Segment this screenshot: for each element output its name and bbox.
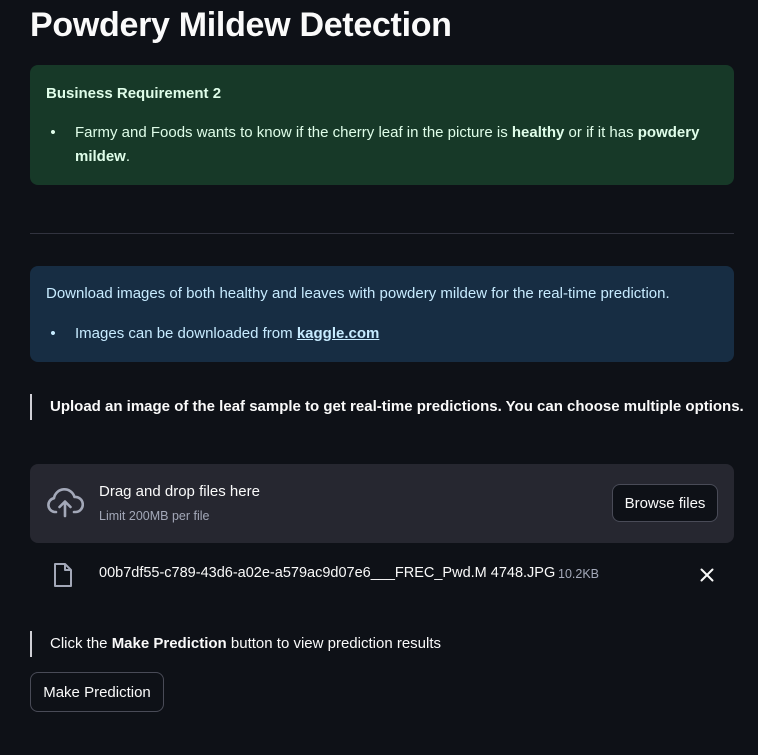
uploaded-file-item: 00b7df55-c789-43d6-a02e-a579ac9d07e6___F… — [30, 560, 734, 590]
browse-files-button[interactable]: Browse files — [612, 484, 718, 522]
prediction-hint-text: Click the — [50, 635, 112, 652]
prediction-hint-text: button to view prediction results — [226, 635, 442, 652]
download-bullet-text: Images can be downloaded from kaggle.com — [75, 322, 715, 346]
app-page: Powdery Mildew Detection Business Requir… — [0, 0, 758, 755]
uploaded-file-name: 00b7df55-c789-43d6-a02e-a579ac9d07e6___F… — [99, 565, 556, 581]
file-uploader-dropzone[interactable]: Drag and drop files here Limit 200MB per… — [30, 464, 734, 543]
bullet-dot: • — [50, 325, 56, 342]
cloud-upload-icon — [47, 488, 84, 518]
file-limit-label: Limit 200MB per file — [99, 509, 210, 523]
business-requirement-alert: Business Requirement 2 • Farmy and Foods… — [30, 65, 734, 185]
drop-label: Drag and drop files here — [99, 483, 260, 500]
requirement-text-part: Farmy and Foods wants to know if the che… — [75, 124, 512, 141]
download-bullet-label: Images can be downloaded from — [75, 325, 297, 342]
requirement-text: Farmy and Foods wants to know if the che… — [75, 121, 715, 169]
requirement-healthy-bold: healthy — [511, 124, 565, 141]
page-title: Powdery Mildew Detection — [30, 6, 452, 44]
requirement-text-part: . — [125, 148, 131, 165]
download-info-text: Download images of both healthy and leav… — [46, 285, 670, 302]
close-icon[interactable] — [698, 566, 716, 584]
section-divider — [30, 233, 734, 234]
upload-instruction: Upload an image of the leaf sample to ge… — [30, 394, 744, 420]
download-info-alert: Download images of both healthy and leav… — [30, 266, 734, 362]
prediction-hint-bold: Make Prediction — [111, 635, 227, 652]
kaggle-link[interactable]: kaggle.com — [297, 325, 380, 342]
prediction-hint: Click the Make Prediction button to view… — [30, 631, 441, 657]
requirement-text-part: or if it has — [564, 124, 638, 141]
requirement-title: Business Requirement 2 — [46, 85, 222, 102]
make-prediction-button[interactable]: Make Prediction — [30, 672, 164, 712]
bullet-dot: • — [50, 124, 56, 141]
file-icon — [54, 563, 72, 587]
uploaded-file-size: 10.2KB — [558, 567, 600, 581]
